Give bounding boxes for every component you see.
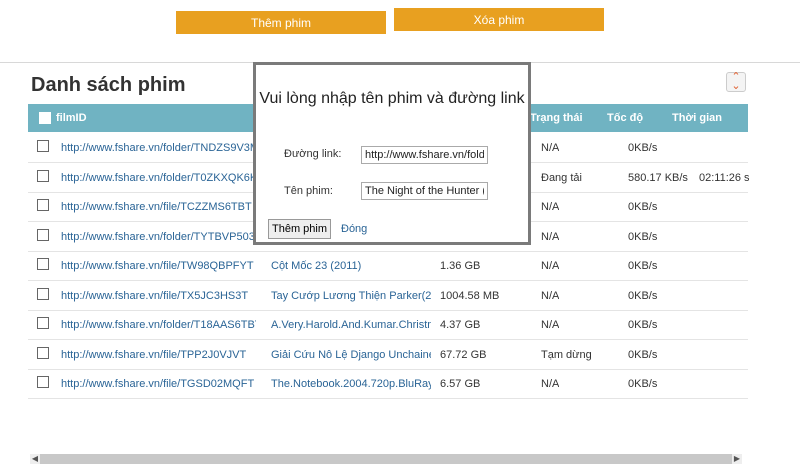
film-size: 6.57 GB xyxy=(440,378,481,390)
film-name[interactable]: Cột Mốc 23 (2011) xyxy=(271,260,431,272)
dialog-close-link[interactable]: Đóng xyxy=(341,223,367,235)
link-input[interactable] xyxy=(361,146,488,164)
dialog-title: Vui lòng nhập tên phim và đường link xyxy=(259,90,525,107)
table-row: http://www.fshare.vn/file/TPP2J0VJVT Giải… xyxy=(28,340,748,370)
horizontal-scrollbar[interactable] xyxy=(30,454,742,464)
film-status: Tạm dừng xyxy=(541,348,592,361)
add-film-button[interactable]: Thêm phim xyxy=(176,11,386,34)
row-checkbox[interactable] xyxy=(37,376,49,388)
film-status: N/A xyxy=(541,142,560,154)
film-link[interactable]: http://www.fshare.vn/folder/TYTBVP503T xyxy=(61,231,256,243)
delete-film-button[interactable]: Xóa phim xyxy=(394,8,604,31)
film-speed: 0KB/s xyxy=(628,201,658,213)
film-size: 67.72 GB xyxy=(440,348,487,361)
film-link[interactable]: http://www.fshare.vn/file/TCZZMS6TBT xyxy=(61,201,256,213)
row-checkbox[interactable] xyxy=(37,228,49,241)
film-speed: 0KB/s xyxy=(628,142,658,154)
page-title: Danh sách phim xyxy=(31,74,186,96)
chevron-up-down-icon[interactable]: ⌃ ⌄ xyxy=(726,72,746,92)
row-checkbox[interactable] xyxy=(37,199,49,211)
row-checkbox[interactable] xyxy=(37,258,49,270)
film-name-input[interactable] xyxy=(361,182,488,200)
film-link[interactable]: http://www.fshare.vn/folder/T0ZKXQK6KT xyxy=(61,172,256,184)
row-checkbox[interactable] xyxy=(37,140,49,152)
film-status: Đang tải xyxy=(541,171,582,184)
film-time: 02:11:26 s xyxy=(699,171,749,184)
table-row: http://www.fshare.vn/file/TW98QBPFYT Cột … xyxy=(28,251,748,281)
row-checkbox[interactable] xyxy=(37,317,49,329)
row-checkbox[interactable] xyxy=(37,346,49,359)
film-link[interactable]: http://www.fshare.vn/file/TPP2J0VJVT xyxy=(61,349,256,361)
film-name-label: Tên phim: xyxy=(284,185,333,197)
film-link[interactable]: http://www.fshare.vn/file/TX5JC3HS3T xyxy=(61,290,256,302)
film-status: N/A xyxy=(541,319,560,331)
film-status: N/A xyxy=(541,289,560,302)
film-speed: 0KB/s xyxy=(628,348,658,361)
header-speed: Tốc độ xyxy=(607,112,644,124)
film-status: N/A xyxy=(541,378,560,390)
scroll-right-icon[interactable]: ▶ xyxy=(732,454,742,464)
film-link[interactable]: http://www.fshare.vn/file/TGSD02MQFT xyxy=(61,378,256,390)
film-link[interactable]: http://www.fshare.vn/folder/TNDZS9V3MT xyxy=(61,142,256,154)
film-speed: 0KB/s xyxy=(628,378,658,390)
film-name[interactable]: Giải Cứu Nô Lệ Django Unchained xyxy=(271,349,431,361)
film-name[interactable]: The.Notebook.2004.720p.BluRay.x2 xyxy=(271,378,431,390)
film-speed: 0KB/s xyxy=(628,260,658,272)
film-speed: 0KB/s xyxy=(628,230,658,243)
table-row: http://www.fshare.vn/file/TX5JC3HS3T Tay … xyxy=(28,281,748,311)
film-size: 1004.58 MB xyxy=(440,289,500,302)
table-row: http://www.fshare.vn/folder/T18AAS6TBT A.… xyxy=(28,310,748,340)
film-speed: 0KB/s xyxy=(628,319,658,331)
header-time: Thời gian xyxy=(672,112,722,124)
film-name[interactable]: A.Very.Harold.And.Kumar.Christma xyxy=(271,319,431,331)
row-checkbox[interactable] xyxy=(37,287,49,300)
film-status: N/A xyxy=(541,230,560,243)
add-film-dialog: Vui lòng nhập tên phim và đường link Đườ… xyxy=(253,62,531,245)
dialog-add-button[interactable]: Thêm phim xyxy=(268,219,332,239)
table-row: http://www.fshare.vn/file/TGSD02MQFT The.… xyxy=(28,369,748,399)
film-name[interactable]: Tay Cướp Lương Thiện Parker(201 xyxy=(271,290,431,302)
select-all-checkbox[interactable] xyxy=(39,112,51,124)
row-checkbox[interactable] xyxy=(37,169,49,182)
header-filmid: filmID xyxy=(56,112,87,124)
link-label: Đường link: xyxy=(284,148,342,160)
film-speed: 580.17 KB/s xyxy=(628,171,688,184)
film-status: N/A xyxy=(541,201,560,213)
header-status: Trạng thái xyxy=(530,112,583,124)
film-status: N/A xyxy=(541,260,560,272)
film-link[interactable]: http://www.fshare.vn/file/TW98QBPFYT xyxy=(61,260,256,272)
film-speed: 0KB/s xyxy=(628,289,658,302)
scroll-left-icon[interactable]: ◀ xyxy=(30,454,40,464)
film-size: 1.36 GB xyxy=(440,260,481,272)
film-link[interactable]: http://www.fshare.vn/folder/T18AAS6TBT xyxy=(61,319,256,331)
film-size: 4.37 GB xyxy=(440,319,481,331)
